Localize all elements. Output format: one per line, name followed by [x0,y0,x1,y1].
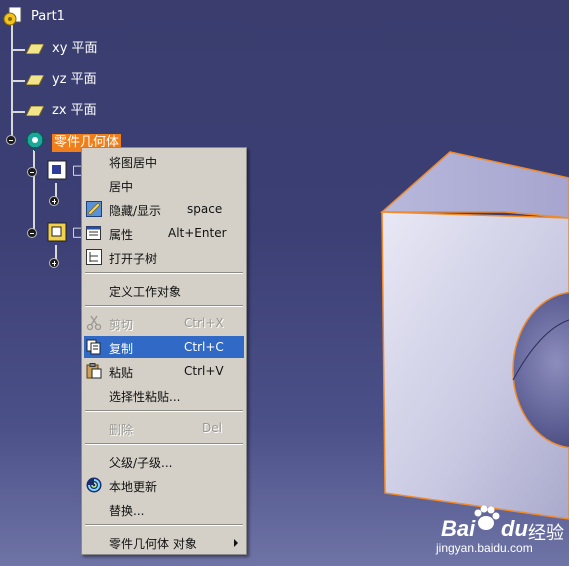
plane-icon[interactable] [26,106,44,116]
menu-item-open-subtree[interactable]: 打开子树 [84,246,244,268]
tree-plane-yz[interactable]: yz 平面 [52,72,97,88]
tree-line [11,80,25,82]
paw-logo-icon [474,505,500,530]
submenu-arrow-icon [234,539,238,547]
menu-item-replace[interactable]: 替换... [84,498,244,520]
menu-item-local-update[interactable]: 本地更新 [84,474,244,496]
menu-item-paste[interactable]: 粘贴 Ctrl+V [84,360,244,382]
menu-item-delete[interactable]: 删除 Del [84,417,244,439]
menu-item-hide-show[interactable]: 隐藏/显示 space [84,198,244,220]
plane-icon[interactable] [26,44,44,54]
tree-line [33,150,35,235]
menu-item-center-graph[interactable]: 将图居中 [84,150,244,172]
menu-separator [85,305,243,307]
body-icon[interactable] [24,129,46,151]
context-menu: 将图居中 居中 隐藏/显示 space 属性 Alt+Enter 打开子树 定义… [81,147,247,555]
pad-feature-icon[interactable] [46,159,68,181]
tree-root-label[interactable]: Part1 [31,9,65,25]
copy-icon [86,339,101,355]
menu-item-define-work-object[interactable]: 定义工作对象 [84,279,244,301]
menu-separator [85,272,243,274]
paste-icon [86,363,102,379]
tree-plane-xy[interactable]: xy 平面 [52,41,98,57]
expand-toggle[interactable] [49,196,59,206]
local-update-icon [86,477,102,493]
menu-separator [85,524,243,526]
plane-icon[interactable] [26,75,44,85]
pocket-feature-icon[interactable] [46,221,68,243]
menu-item-paste-special[interactable]: 选择性粘贴... [84,384,244,406]
tree-line [11,111,25,113]
tree-line [11,49,25,51]
menu-item-copy[interactable]: 复制 Ctrl+C [84,336,244,358]
menu-item-body-object-submenu[interactable]: 零件几何体 对象 [84,531,244,553]
menu-item-center[interactable]: 居中 [84,174,244,196]
watermark-url: jingyan.baidu.com [436,541,533,555]
tree-plane-zx[interactable]: zx 平面 [52,103,97,119]
menu-separator [85,443,243,445]
collapse-toggle[interactable] [27,228,37,238]
menu-item-properties[interactable]: 属性 Alt+Enter [84,222,244,244]
expand-toggle[interactable] [49,258,59,268]
part-icon[interactable] [3,7,25,27]
watermark-brand-b: du [501,516,528,541]
menu-separator [85,410,243,412]
watermark-brand-c: 经验 [528,523,564,543]
properties-icon [86,226,101,240]
collapse-toggle[interactable] [27,167,37,177]
3d-viewport[interactable]: Part1 xy 平面 yz 平面 zx 平面 零件几何体 □ □ 将图居中 居… [0,0,569,566]
collapse-toggle[interactable] [6,135,16,145]
hide-show-icon [86,201,102,217]
scissors-icon [86,315,102,331]
subtree-icon [86,249,102,265]
menu-item-parents-children[interactable]: 父级/子级... [84,450,244,472]
menu-item-cut[interactable]: 剪切 Ctrl+X [84,312,244,334]
